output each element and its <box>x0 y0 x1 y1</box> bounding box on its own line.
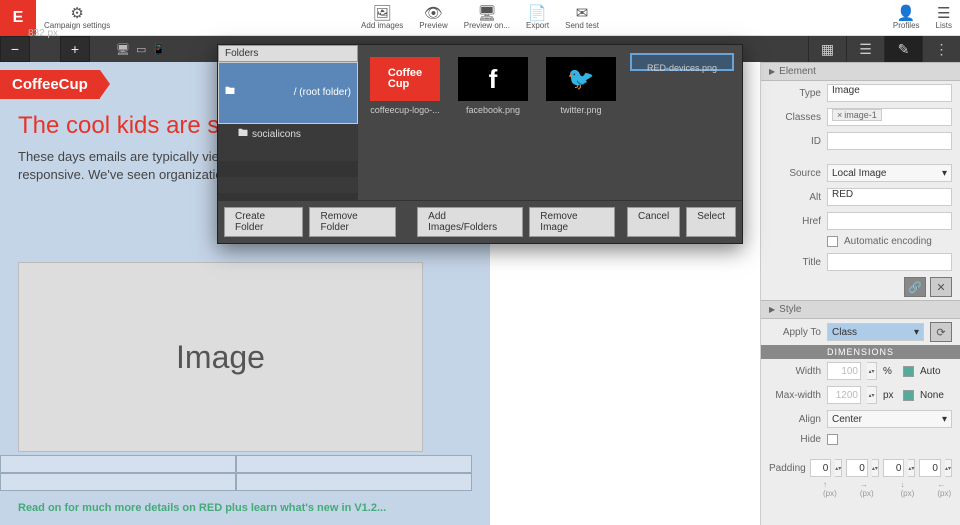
subfolder-socialicons[interactable]: 🖿socialicons <box>218 124 358 145</box>
element-section-header[interactable]: ▶Element <box>761 62 960 81</box>
add-images-folders-button[interactable]: Add Images/Folders <box>417 207 523 237</box>
monitor-icon: 🖥 <box>477 6 496 21</box>
select-button[interactable]: Select <box>686 207 736 237</box>
classes-field[interactable]: ×image-1 <box>827 108 952 126</box>
folders-header: Folders <box>218 45 358 62</box>
image-placeholder[interactable]: Image <box>18 262 423 452</box>
dimensions-header: DIMENSIONS <box>761 345 960 359</box>
image-icon: 🖼 <box>373 6 392 21</box>
href-field[interactable] <box>827 212 952 230</box>
export-button[interactable]: 📄Export <box>518 0 557 36</box>
refresh-button[interactable]: ⟳ <box>930 322 952 342</box>
thumbnail-grid: CoffeeCupcoffeecup-logo-... ffacebook.pn… <box>358 45 742 200</box>
image-picker-modal: Folders 🖿/ (root folder) 🖿socialicons Co… <box>217 44 743 244</box>
style-section-header[interactable]: ▶Style <box>761 300 960 319</box>
hide-checkbox[interactable] <box>827 434 838 445</box>
profiles-button[interactable]: 👤Profiles <box>885 0 928 36</box>
folder-icon: 🖿 <box>238 126 248 143</box>
gear-icon: ⚙ <box>70 6 83 21</box>
modal-footer: Create Folder Remove Folder Add Images/F… <box>218 200 742 243</box>
remove-image-button[interactable]: Remove Image <box>529 207 615 237</box>
code-view-icon[interactable]: ⋮ <box>922 36 960 62</box>
pad-top[interactable]: 0 <box>810 459 832 477</box>
main-toolbar: E ⚙ Campaign settings 🖼Add images 👁Previ… <box>0 0 960 36</box>
pad-left[interactable]: 0 <box>919 459 941 477</box>
link-button[interactable]: 🔗 <box>904 277 926 297</box>
align-select[interactable]: Center▾ <box>827 410 952 428</box>
maxwidth-none-checkbox[interactable] <box>903 390 914 401</box>
maxwidth-input[interactable]: 1200 <box>827 386 861 404</box>
desktop-icon[interactable]: 🖥 <box>116 43 130 56</box>
remove-folder-button[interactable]: Remove Folder <box>309 207 395 237</box>
root-folder[interactable]: 🖿/ (root folder) <box>218 62 358 124</box>
maxwidth-stepper[interactable]: ▴▾ <box>867 386 877 404</box>
edit-view-icon[interactable]: ✎ <box>884 36 922 62</box>
folder-tree: Folders 🖿/ (root folder) 🖿socialicons <box>218 45 358 200</box>
type-field: Image <box>827 84 952 102</box>
grid-view-icon[interactable]: ▦ <box>808 36 846 62</box>
id-field[interactable] <box>827 132 952 150</box>
folder-icon: 🖿 <box>225 84 235 101</box>
tablet-icon[interactable]: ▭ <box>136 43 146 56</box>
preview-button[interactable]: 👁Preview <box>411 0 455 36</box>
inspector-panel: ▶Element TypeImage Classes×image-1 ID So… <box>760 62 960 525</box>
zoom-in-button[interactable]: + <box>60 36 90 62</box>
thumb-red-devices[interactable]: RED-devices.png <box>630 53 734 71</box>
width-stepper[interactable]: ▴▾ <box>867 362 877 380</box>
lists-button[interactable]: ☰Lists <box>928 0 960 36</box>
clear-button[interactable]: ✕ <box>930 277 952 297</box>
eye-icon: 👁 <box>424 6 443 21</box>
pad-right[interactable]: 0 <box>846 459 868 477</box>
auto-encoding-checkbox[interactable] <box>827 236 838 247</box>
zoom-out-button[interactable]: − <box>0 36 30 62</box>
user-icon: 👤 <box>897 6 916 21</box>
pad-bottom[interactable]: 0 <box>883 459 905 477</box>
cancel-button[interactable]: Cancel <box>627 207 680 237</box>
list-icon: ☰ <box>937 6 950 21</box>
phone-icon[interactable]: 📱 <box>152 43 166 56</box>
brand-logo: CoffeeCup <box>0 70 100 99</box>
add-images-button[interactable]: 🖼Add images <box>353 0 411 36</box>
thumb-twitter[interactable]: 🐦twitter.png <box>542 53 620 119</box>
table-placeholder[interactable] <box>0 455 472 491</box>
mail-icon: ✉ <box>576 6 589 21</box>
apply-to-select[interactable]: Class▾ <box>827 323 924 341</box>
thumb-coffeecup-logo[interactable]: CoffeeCupcoffeecup-logo-... <box>366 53 444 119</box>
width-input[interactable]: 100 <box>827 362 861 380</box>
padding-axis-labels: ↑ (px)→ (px)↓ (px)← (px) <box>761 480 960 498</box>
thumb-facebook[interactable]: ffacebook.png <box>454 53 532 119</box>
export-icon: 📄 <box>528 6 547 21</box>
list-view-icon[interactable]: ☰ <box>846 36 884 62</box>
footnote-link[interactable]: Read on for much more details on RED plu… <box>18 502 386 514</box>
send-test-button[interactable]: ✉Send test <box>557 0 607 36</box>
alt-field[interactable]: RED <box>827 188 952 206</box>
create-folder-button[interactable]: Create Folder <box>224 207 303 237</box>
source-select[interactable]: Local Image▾ <box>827 164 952 182</box>
preview-on-button[interactable]: 🖥Preview on... <box>456 0 518 36</box>
canvas-width-label: 832 px <box>18 28 68 39</box>
title-field[interactable] <box>827 253 952 271</box>
width-auto-checkbox[interactable] <box>903 366 914 377</box>
